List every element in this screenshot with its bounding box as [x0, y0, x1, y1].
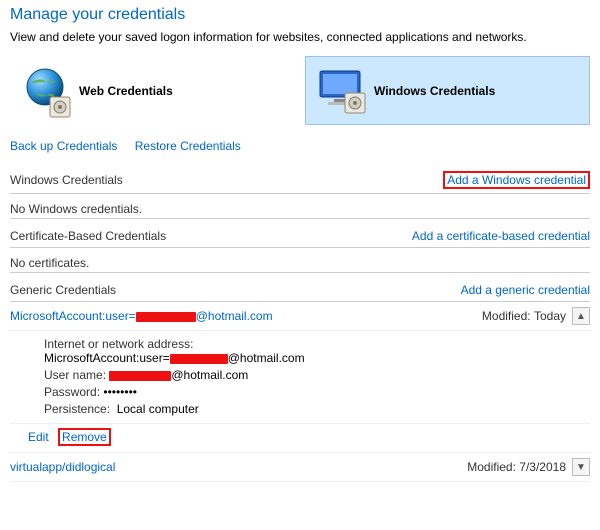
add-certificate-credential-link[interactable]: Add a certificate-based credential: [412, 229, 590, 243]
section-empty-text: No Windows credentials.: [10, 194, 590, 219]
credential-actions: Edit Remove: [10, 424, 590, 453]
section-title: Windows Credentials: [10, 173, 123, 187]
generic-credentials-section: Generic Credentials Add a generic creden…: [10, 283, 590, 482]
windows-credentials-tile[interactable]: Windows Credentials: [305, 56, 590, 125]
windows-credentials-section: Windows Credentials Add a Windows creden…: [10, 171, 590, 219]
credential-name: virtualapp/didlogical: [10, 460, 467, 474]
web-credentials-tile[interactable]: Web Credentials: [10, 56, 295, 125]
windows-credentials-label: Windows Credentials: [374, 84, 495, 98]
section-title: Certificate-Based Credentials: [10, 229, 166, 243]
web-credentials-label: Web Credentials: [79, 84, 173, 98]
section-title: Generic Credentials: [10, 283, 116, 297]
redacted-text: [136, 312, 196, 322]
credential-name: MicrosoftAccount:user=@hotmail.com: [10, 309, 482, 323]
restore-credentials-link[interactable]: Restore Credentials: [135, 139, 241, 153]
certificate-credentials-section: Certificate-Based Credentials Add a cert…: [10, 229, 590, 273]
credential-modified: Modified: Today: [482, 309, 566, 323]
credential-row[interactable]: virtualapp/didlogical Modified: 7/3/2018…: [10, 453, 590, 482]
credential-modified: Modified: 7/3/2018: [467, 460, 566, 474]
credential-details: Internet or network address: MicrosoftAc…: [10, 331, 590, 424]
monitor-icon: [316, 69, 364, 112]
edit-link[interactable]: Edit: [28, 430, 49, 444]
remove-link[interactable]: Remove: [58, 428, 111, 446]
backup-credentials-link[interactable]: Back up Credentials: [10, 139, 117, 153]
redacted-text: [170, 354, 228, 364]
globe-icon: [21, 65, 69, 116]
add-generic-credential-link[interactable]: Add a generic credential: [461, 283, 590, 297]
add-windows-credential-link[interactable]: Add a Windows credential: [443, 171, 590, 189]
chevron-down-icon[interactable]: ▼: [572, 458, 590, 476]
page-title: Manage your credentials: [10, 6, 590, 24]
credential-row[interactable]: MicrosoftAccount:user=@hotmail.com Modif…: [10, 302, 590, 331]
vault-tiles: Web Credentials Windows Credentials: [10, 56, 590, 125]
section-empty-text: No certificates.: [10, 248, 590, 273]
page-subtitle: View and delete your saved logon informa…: [10, 30, 590, 44]
backup-restore-links: Back up Credentials Restore Credentials: [10, 139, 590, 153]
chevron-up-icon[interactable]: ▲: [572, 307, 590, 325]
redacted-text: [109, 371, 171, 381]
